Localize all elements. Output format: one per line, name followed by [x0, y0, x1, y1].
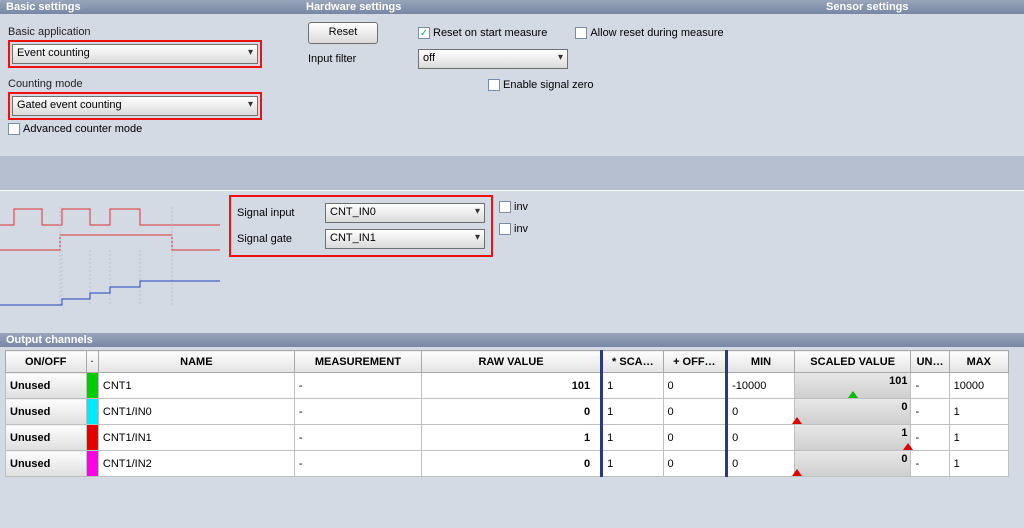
row-scale[interactable]: 1 [602, 399, 663, 425]
col-scale[interactable]: * SCA… [602, 351, 663, 373]
row-raw-value: 0 [422, 451, 602, 477]
col-min[interactable]: MIN [727, 351, 795, 373]
enable-signal-zero-checkbox[interactable]: Enable signal zero [488, 79, 594, 91]
signal-gate-label: Signal gate [237, 233, 317, 245]
col-measurement[interactable]: MEASUREMENT [294, 351, 421, 373]
table-row[interactable]: UnusedCNT1/IN1-11001-1 [6, 425, 1009, 451]
col-unit[interactable]: UN… [911, 351, 949, 373]
col-color[interactable]: · [86, 351, 98, 373]
row-onoff[interactable]: Unused [6, 425, 87, 451]
row-raw-value: 1 [422, 425, 602, 451]
row-color-swatch[interactable] [86, 399, 98, 425]
table-row[interactable]: UnusedCNT1-10110-10000101-10000 [6, 373, 1009, 399]
reset-button[interactable]: Reset [308, 22, 378, 44]
row-scaled-value: 0 [794, 399, 911, 425]
col-scaled-value[interactable]: SCALED VALUE [794, 351, 911, 373]
row-min[interactable]: 0 [727, 399, 795, 425]
row-color-swatch[interactable] [86, 451, 98, 477]
row-max[interactable]: 1 [949, 399, 1008, 425]
row-raw-value: 0 [422, 399, 602, 425]
row-min[interactable]: -10000 [727, 373, 795, 399]
row-min[interactable]: 0 [727, 451, 795, 477]
advanced-counter-mode-checkbox[interactable]: Advanced counter mode [8, 123, 142, 135]
row-scaled-value: 0 [794, 451, 911, 477]
row-offset[interactable]: 0 [663, 373, 727, 399]
row-raw-value: 101 [422, 373, 602, 399]
signal-input-select[interactable]: CNT_IN0 [325, 203, 485, 223]
counting-mode-label: Counting mode [8, 78, 292, 90]
row-offset[interactable]: 0 [663, 425, 727, 451]
row-unit[interactable]: - [911, 399, 949, 425]
signal-input-label: Signal input [237, 207, 317, 219]
row-measurement[interactable]: - [294, 451, 421, 477]
row-scale[interactable]: 1 [602, 373, 663, 399]
col-name[interactable]: NAME [98, 351, 294, 373]
allow-reset-checkbox[interactable]: Allow reset during measure [575, 27, 723, 39]
row-measurement[interactable]: - [294, 399, 421, 425]
output-channels-table: ON/OFF · NAME MEASUREMENT RAW VALUE * SC… [5, 350, 1009, 477]
basic-application-label: Basic application [8, 26, 292, 38]
counting-mode-select[interactable]: Gated event counting [12, 96, 258, 116]
basic-application-select[interactable]: Event counting [12, 44, 258, 64]
input-filter-select[interactable]: off [418, 49, 568, 69]
top-section-header: Basic settings Hardware settings Sensor … [0, 0, 1024, 14]
row-unit[interactable]: - [911, 451, 949, 477]
timing-diagram [0, 195, 225, 315]
table-row[interactable]: UnusedCNT1/IN0-01000-1 [6, 399, 1009, 425]
row-name[interactable]: CNT1/IN2 [98, 451, 294, 477]
row-measurement[interactable]: - [294, 425, 421, 451]
counting-mode-highlight: Gated event counting [8, 92, 262, 120]
row-max[interactable]: 10000 [949, 373, 1008, 399]
reset-on-start-checkbox[interactable]: ✓Reset on start measure [418, 27, 547, 39]
row-measurement[interactable]: - [294, 373, 421, 399]
row-onoff[interactable]: Unused [6, 399, 87, 425]
row-name[interactable]: CNT1 [98, 373, 294, 399]
col-onoff[interactable]: ON/OFF [6, 351, 87, 373]
table-row[interactable]: UnusedCNT1/IN2-01000-1 [6, 451, 1009, 477]
signal-gate-inv-checkbox[interactable]: inv [499, 223, 528, 235]
row-onoff[interactable]: Unused [6, 373, 87, 399]
col-offset[interactable]: + OFF… [663, 351, 727, 373]
input-filter-label: Input filter [308, 53, 398, 65]
output-channels-header: Output channels [0, 333, 1024, 347]
row-max[interactable]: 1 [949, 425, 1008, 451]
row-scale[interactable]: 1 [602, 425, 663, 451]
col-max[interactable]: MAX [949, 351, 1008, 373]
signal-block-highlight: Signal input CNT_IN0 Signal gate CNT_IN1 [229, 195, 493, 257]
basic-application-highlight: Event counting [8, 40, 262, 68]
row-offset[interactable]: 0 [663, 451, 727, 477]
row-offset[interactable]: 0 [663, 399, 727, 425]
signal-gate-select[interactable]: CNT_IN1 [325, 229, 485, 249]
row-min[interactable]: 0 [727, 425, 795, 451]
row-unit[interactable]: - [911, 425, 949, 451]
row-scaled-value: 101 [794, 373, 911, 399]
col-raw-value[interactable]: RAW VALUE [422, 351, 602, 373]
check-icon: ✓ [418, 27, 430, 39]
row-onoff[interactable]: Unused [6, 451, 87, 477]
signal-input-inv-checkbox[interactable]: inv [499, 201, 528, 213]
row-max[interactable]: 1 [949, 451, 1008, 477]
row-color-swatch[interactable] [86, 373, 98, 399]
row-scale[interactable]: 1 [602, 451, 663, 477]
row-name[interactable]: CNT1/IN1 [98, 425, 294, 451]
row-name[interactable]: CNT1/IN0 [98, 399, 294, 425]
row-unit[interactable]: - [911, 373, 949, 399]
row-scaled-value: 1 [794, 425, 911, 451]
row-color-swatch[interactable] [86, 425, 98, 451]
